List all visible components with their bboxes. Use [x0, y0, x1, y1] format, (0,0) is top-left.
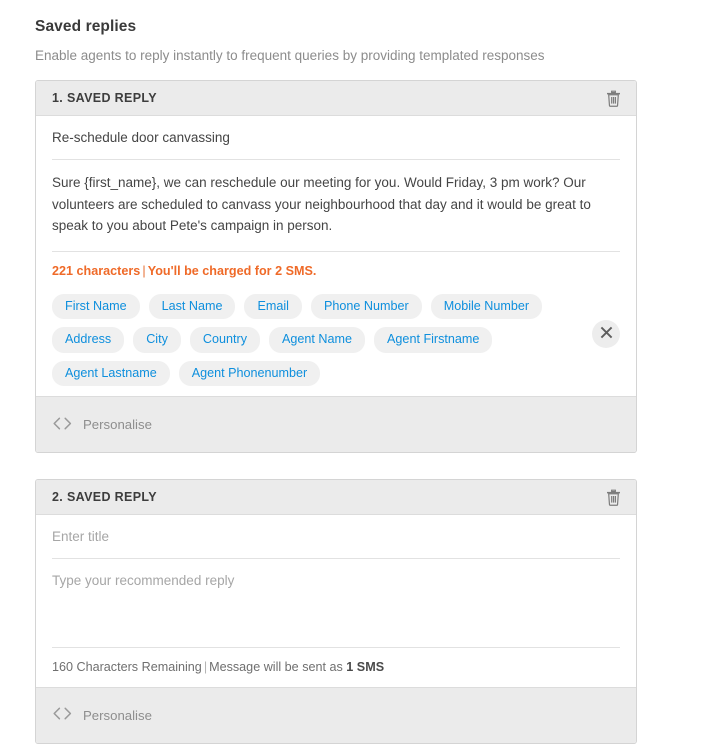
- saved-reply-title-input-1[interactable]: Re-schedule door canvassing: [52, 116, 620, 160]
- character-counter-1: 221 characters | You'll be charged for 2 S…: [52, 252, 620, 291]
- tag-mobile-number[interactable]: Mobile Number: [430, 293, 543, 320]
- card-footer-2: Personalise: [36, 686, 636, 743]
- counter-separator-1: |: [142, 264, 146, 279]
- tag-phone-number[interactable]: Phone Number: [310, 293, 422, 320]
- tag-city[interactable]: City: [133, 327, 181, 353]
- saved-reply-message-input-1[interactable]: Sure {first_name}, we can reschedule our…: [52, 160, 620, 253]
- tag-first-name[interactable]: First Name: [52, 293, 140, 320]
- trash-icon-button-1[interactable]: [603, 88, 623, 108]
- personalise-label-2: Personalise: [83, 707, 152, 723]
- trash-icon: [606, 90, 621, 107]
- close-tags-button-1[interactable]: [592, 319, 620, 348]
- personalise-button-1[interactable]: Personalise: [52, 417, 152, 433]
- character-count-1: 221 characters: [52, 264, 141, 279]
- code-brackets-icon: [52, 417, 74, 433]
- sms-charge-message-2: Message will be sent as: [209, 659, 347, 674]
- tag-email[interactable]: Email: [244, 293, 302, 320]
- saved-reply-card-1: 1. SAVED REPLY Re-schedule door canvassi…: [35, 80, 637, 454]
- character-count-2: 160 Characters Remaining: [52, 659, 202, 674]
- saved-reply-title-input-2[interactable]: Enter title: [52, 515, 620, 559]
- saved-reply-message-input-2[interactable]: Type your recommended reply: [52, 559, 620, 648]
- code-brackets-icon: [52, 707, 74, 723]
- card-title-2: 2. SAVED REPLY: [52, 490, 157, 505]
- card-header-2: 2. SAVED REPLY: [36, 480, 636, 516]
- page-title: Saved replies: [35, 18, 137, 35]
- trash-icon-button-2[interactable]: [603, 487, 623, 507]
- personalisation-tags-1: First Name Last Name Email Phone Number …: [52, 292, 620, 396]
- tag-agent-name[interactable]: Agent Name: [269, 327, 366, 353]
- card-title-1: 1. SAVED REPLY: [52, 91, 157, 106]
- personalise-label-1: Personalise: [83, 416, 152, 432]
- personalise-button-2[interactable]: Personalise: [52, 707, 152, 723]
- close-icon: [600, 326, 613, 342]
- tag-last-name[interactable]: Last Name: [148, 293, 236, 320]
- saved-replies-page: Saved replies Enable agents to reply ins…: [0, 0, 709, 744]
- sms-count-2: 1 SMS: [346, 659, 385, 674]
- card-body-2: Enter title Type your recommended reply …: [36, 515, 636, 687]
- saved-reply-card-2: 2. SAVED REPLY Enter title Type your rec…: [35, 479, 637, 744]
- counter-separator-2: |: [203, 659, 208, 674]
- tag-agent-lastname[interactable]: Agent Lastname: [52, 360, 170, 387]
- page-subtitle: Enable agents to reply instantly to freq…: [35, 47, 545, 63]
- tag-country[interactable]: Country: [189, 327, 261, 353]
- card-body-1: Re-schedule door canvassing Sure {first_…: [36, 116, 636, 397]
- card-header-1: 1. SAVED REPLY: [36, 81, 636, 117]
- tag-list-1: First Name Last Name Email Phone Number …: [52, 292, 582, 387]
- tag-address[interactable]: Address: [52, 327, 125, 353]
- tag-agent-phonenumber[interactable]: Agent Phonenumber: [178, 360, 321, 387]
- card-footer-1: Personalise: [36, 396, 636, 453]
- sms-charge-message-1: You'll be charged for 2 SMS.: [147, 264, 317, 279]
- character-counter-2: 160 Characters Remaining | Message will be…: [52, 648, 620, 687]
- tag-agent-firstname[interactable]: Agent Firstname: [374, 327, 493, 353]
- trash-icon: [606, 489, 621, 506]
